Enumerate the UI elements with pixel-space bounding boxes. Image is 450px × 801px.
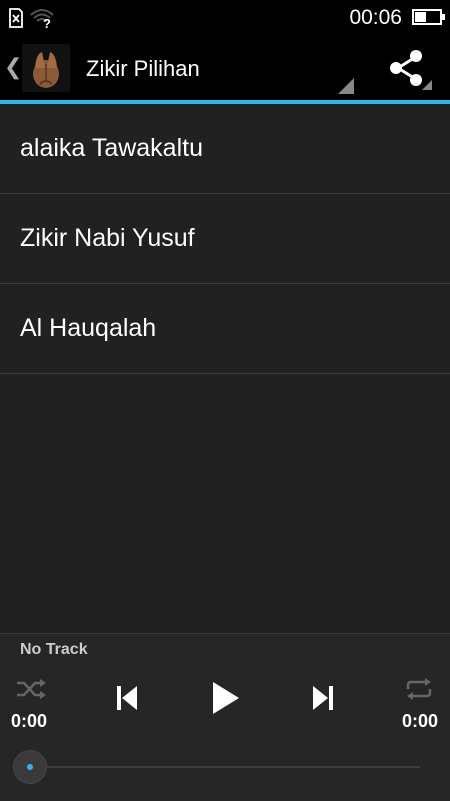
repeat-button[interactable] [402,676,436,702]
page-title: Zikir Pilihan [86,56,200,81]
battery-level [415,12,426,22]
shuffle-button[interactable] [14,676,48,702]
battery-icon [412,9,445,25]
repeat-icon [406,678,432,700]
play-button[interactable] [205,678,245,718]
zikir-list: alaika Tawakaltu Zikir Nabi Yusuf Al Hau… [0,104,450,374]
previous-button[interactable] [112,682,142,714]
status-icons: ? [8,7,54,34]
skip-next-icon [313,686,333,710]
total-time: 0:00 [401,711,438,731]
action-bar: ❮ Zikir Pilihan [0,36,450,104]
track-name: No Track [20,641,88,658]
list-item[interactable]: Zikir Nabi Yusuf [0,194,450,284]
list-item[interactable]: alaika Tawakaltu [0,104,450,194]
play-icon [213,682,239,714]
seek-thumb[interactable] [13,750,47,784]
share-menu-indicator-icon [422,80,432,90]
dropdown-indicator-icon[interactable] [338,78,354,94]
status-time: 00:06 [349,6,402,29]
status-bar: ? 00:06 [0,0,450,36]
skip-previous-icon [117,686,137,710]
seek-bar[interactable] [30,766,420,768]
svg-text:?: ? [43,16,51,29]
next-button[interactable] [308,682,338,714]
wifi-question-icon: ? [30,7,54,34]
shuffle-icon [17,679,46,699]
back-chevron-icon[interactable]: ❮ [4,54,22,80]
app-logo[interactable] [22,44,70,92]
list-item[interactable]: Al Hauqalah [0,284,450,374]
share-icon [390,50,422,86]
praying-hands-icon [22,44,70,92]
list-item-label: alaika Tawakaltu [20,134,203,162]
audio-player: No Track 0:00 0:00 [0,633,450,801]
list-item-label: Al Hauqalah [20,314,157,342]
sim-x-icon [8,8,24,33]
elapsed-time: 0:00 [11,711,48,731]
list-item-label: Zikir Nabi Yusuf [20,224,195,252]
